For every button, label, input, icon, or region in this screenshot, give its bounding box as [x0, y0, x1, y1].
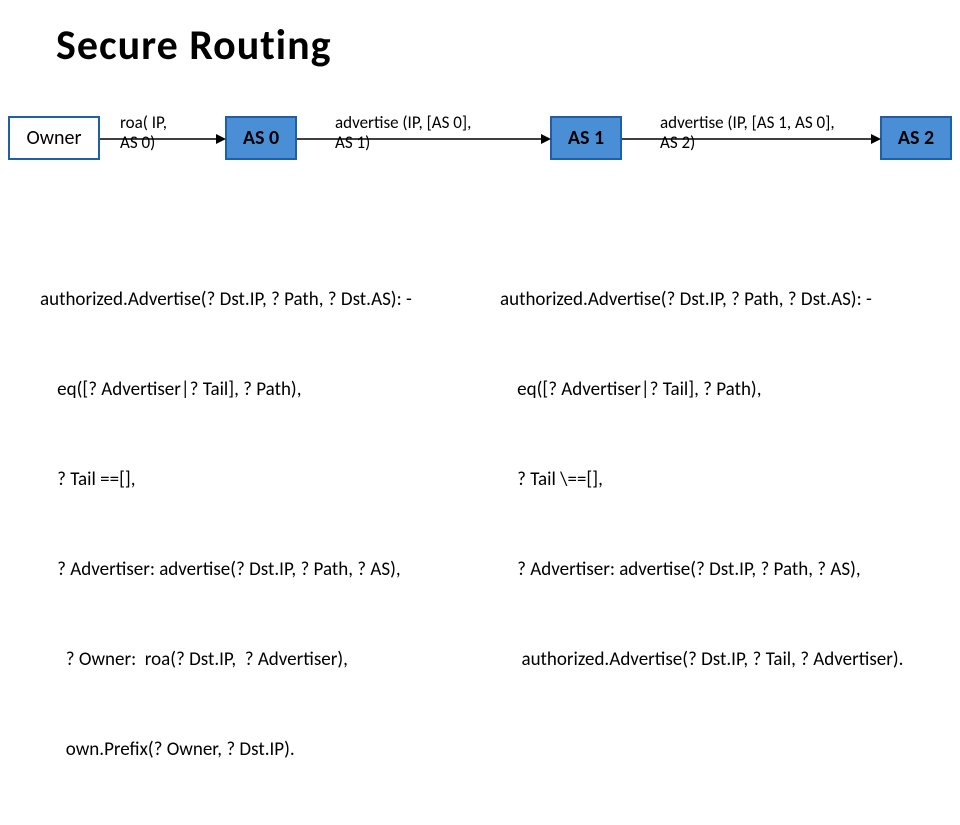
edge-label-as0-as1-l2: AS 1) — [335, 133, 370, 153]
rule-right-2: ? Tail \==[], — [500, 465, 903, 495]
node-as0: AS 0 — [225, 116, 297, 160]
node-as2: AS 2 — [880, 116, 952, 160]
rule-block-right: authorized.Advertise(? Dst.IP, ? Path, ?… — [500, 225, 903, 735]
edge-label-as0-as1-l1: advertise (IP, [AS 0], — [335, 113, 471, 133]
page-title: Secure Routing — [56, 20, 332, 71]
edge-label-as1-as2-l1: advertise (IP, [AS 1, AS 0], — [660, 113, 835, 133]
rule-left-0: authorized.Advertise(? Dst.IP, ? Path, ?… — [40, 285, 412, 315]
rule-right-0: authorized.Advertise(? Dst.IP, ? Path, ?… — [500, 285, 903, 315]
edge-label-owner-as0-l1: roa( IP, — [120, 113, 167, 133]
rule-block-left: authorized.Advertise(? Dst.IP, ? Path, ?… — [40, 225, 412, 825]
rule-left-3: ? Advertiser: advertise(? Dst.IP, ? Path… — [40, 555, 412, 585]
rule-left-1: eq([? Advertiser|? Tail], ? Path), — [40, 375, 412, 405]
rule-left-4: ? Owner: roa(? Dst.IP, ? Advertiser), — [40, 645, 412, 675]
rule-right-4: authorized.Advertise(? Dst.IP, ? Tail, ?… — [500, 645, 903, 675]
node-as1: AS 1 — [550, 116, 622, 160]
rule-right-1: eq([? Advertiser|? Tail], ? Path), — [500, 375, 903, 405]
node-owner: Owner — [8, 116, 100, 160]
edge-label-as1-as2-l2: AS 2) — [660, 133, 695, 153]
rule-left-2: ? Tail ==[], — [40, 465, 412, 495]
arrow-owner-as0 — [100, 137, 226, 147]
edge-label-owner-as0-l2: AS 0) — [120, 133, 155, 153]
rule-left-5: own.Prefix(? Owner, ? Dst.IP). — [40, 735, 412, 765]
rule-right-3: ? Advertiser: advertise(? Dst.IP, ? Path… — [500, 555, 903, 585]
